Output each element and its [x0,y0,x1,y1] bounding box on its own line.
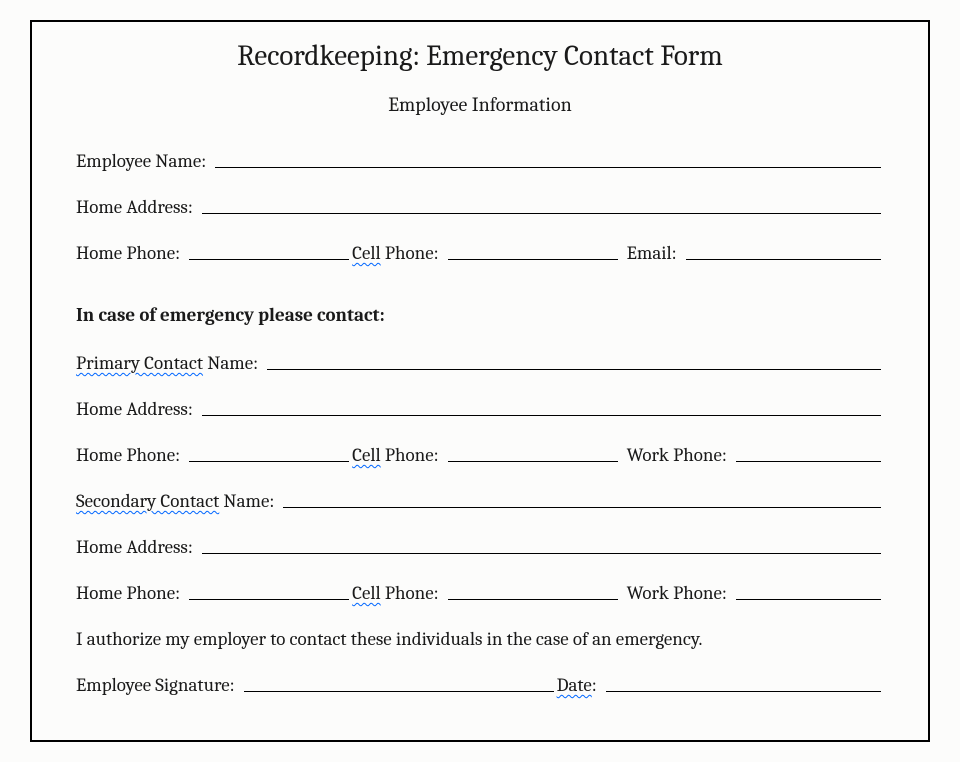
secondary-work-phone-label: Work Phone: [627,582,727,604]
primary-work-phone-field[interactable] [736,461,881,462]
row-secondary-address: Home Address: [76,536,884,558]
primary-home-phone-field[interactable] [189,461,349,462]
row-home-address: Home Address: [76,196,884,218]
primary-address-label: Home Address: [76,398,193,420]
home-phone-label: Home Phone: [76,242,180,264]
email-label: Email: [627,242,677,264]
date-label: Date: [557,674,597,696]
form-title: Recordkeeping: Emergency Contact Form [76,40,884,73]
row-phones-email: Home Phone: Cell Phone: Email: [76,242,884,264]
home-address-label: Home Address: [76,196,193,218]
date-field[interactable] [606,691,881,692]
section-heading: In case of emergency please contact: [76,304,884,326]
cell-phone-label: Cell Phone: [352,242,439,264]
row-signature: Employee Signature: Date: [76,674,884,696]
primary-home-phone-label: Home Phone: [76,444,180,466]
primary-contact-label: Primary Contact Name: [76,352,258,374]
secondary-address-label: Home Address: [76,536,193,558]
secondary-home-phone-field[interactable] [189,599,349,600]
employee-name-label: Employee Name: [76,150,206,172]
email-field[interactable] [686,259,881,260]
primary-cell-phone-label: Cell Phone: [352,444,439,466]
primary-address-field[interactable] [202,415,881,416]
employee-name-field[interactable] [215,167,881,168]
home-phone-field[interactable] [189,259,349,260]
authorization-text: I authorize my employer to contact these… [76,628,884,650]
secondary-name-field[interactable] [283,507,881,508]
primary-cell-phone-field[interactable] [448,461,618,462]
signature-field[interactable] [244,691,554,692]
secondary-cell-phone-label: Cell Phone: [352,582,439,604]
row-employee-name: Employee Name: [76,150,884,172]
primary-name-field[interactable] [267,369,881,370]
secondary-home-phone-label: Home Phone: [76,582,180,604]
row-primary-phones: Home Phone: Cell Phone: Work Phone: [76,444,884,466]
row-primary-address: Home Address: [76,398,884,420]
secondary-work-phone-field[interactable] [736,599,881,600]
secondary-address-field[interactable] [202,553,881,554]
secondary-contact-label: Secondary Contact Name: [76,490,274,512]
secondary-cell-phone-field[interactable] [448,599,618,600]
row-secondary-name: Secondary Contact Name: [76,490,884,512]
row-secondary-phones: Home Phone: Cell Phone: Work Phone: [76,582,884,604]
cell-phone-field[interactable] [448,259,618,260]
row-primary-name: Primary Contact Name: [76,352,884,374]
home-address-field[interactable] [202,213,881,214]
signature-label: Employee Signature: [76,674,235,696]
primary-work-phone-label: Work Phone: [627,444,727,466]
form-container: Recordkeeping: Emergency Contact Form Em… [30,20,930,742]
form-subtitle: Employee Information [76,93,884,116]
